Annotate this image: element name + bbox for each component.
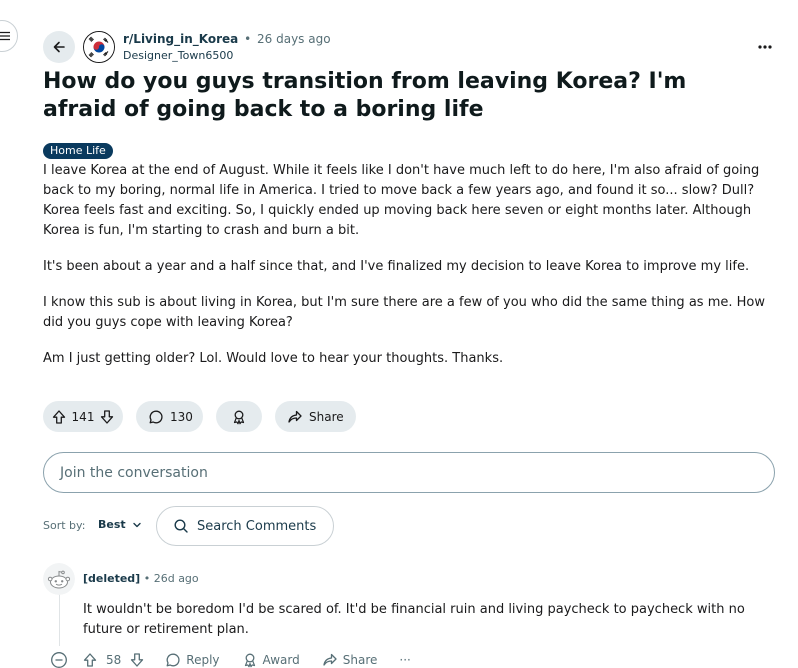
sort-value: Best: [98, 518, 126, 531]
share-arrow-icon: [287, 409, 303, 425]
collapse-thread-button[interactable]: [50, 651, 68, 668]
meta-separator: •: [143, 572, 151, 585]
share-button[interactable]: Share: [275, 401, 356, 432]
comment-body: It wouldn't be boredom I'd be scared of.…: [83, 602, 745, 637]
post-header: r/Living_in_Korea • 26 days ago Designer…: [43, 29, 783, 65]
arrow-left-icon: [51, 39, 67, 55]
sort-dropdown[interactable]: Best: [98, 518, 142, 531]
award-icon: [244, 653, 255, 668]
more-horizontal-icon: [757, 44, 773, 50]
comment-bubble-icon: [166, 653, 180, 667]
post-body: I leave Korea at the end of August. Whil…: [43, 161, 781, 385]
post-time: 26 days ago: [257, 32, 331, 46]
upvote-button[interactable]: [51, 409, 67, 425]
comment-share-button[interactable]: Share: [322, 652, 378, 668]
award-label: Award: [262, 653, 300, 667]
comment-score: 58: [106, 653, 122, 667]
post-more-options-button[interactable]: [755, 37, 775, 57]
comment-count: 130: [170, 409, 193, 424]
post-action-bar: 141 130 Share: [43, 401, 356, 432]
comment-sort-bar: Sort by: Best Search Comments: [43, 506, 443, 546]
chevron-down-icon: [132, 520, 142, 530]
comment-share-label: Share: [342, 653, 378, 667]
comment-award-button[interactable]: Award: [242, 652, 300, 668]
join-conversation-input[interactable]: Join the conversation: [43, 452, 775, 493]
meta-separator: •: [244, 32, 252, 46]
reply-label: Reply: [186, 653, 220, 667]
comment-more-options-button[interactable]: ···: [399, 653, 410, 667]
snoo-avatar-icon: [43, 563, 75, 595]
share-arrow-icon: [323, 653, 337, 666]
post-flair[interactable]: Home Life: [43, 143, 113, 159]
search-comments-placeholder: Search Comments: [197, 518, 317, 534]
join-conversation-placeholder: Join the conversation: [60, 464, 208, 481]
subreddit-name-link[interactable]: r/Living_in_Korea: [123, 32, 238, 46]
downvote-button[interactable]: [99, 409, 115, 425]
post-paragraph: I know this sub is about living in Korea…: [43, 295, 765, 330]
sort-label: Sort by:: [43, 519, 86, 532]
award-icon: [231, 409, 247, 425]
search-comments-button[interactable]: Search Comments: [156, 506, 334, 546]
avatar: [43, 563, 75, 595]
arrow-down-icon: [131, 653, 144, 667]
reply-button[interactable]: Reply: [165, 652, 220, 668]
search-icon: [173, 518, 189, 534]
minus-circle-icon: [51, 652, 67, 668]
arrow-up-icon: [52, 409, 66, 424]
post-paragraph: I leave Korea at the end of August. Whil…: [43, 163, 760, 238]
arrow-up-icon: [83, 653, 97, 667]
thread-line[interactable]: [59, 592, 60, 646]
sidebar-toggle-button[interactable]: [0, 20, 18, 52]
comment-downvote-button[interactable]: [129, 652, 145, 668]
comment-action-bar: 58 Reply Award Share ···: [50, 650, 411, 668]
post-score: 141: [71, 409, 95, 424]
back-button[interactable]: [43, 31, 75, 63]
korean-flag-icon: [84, 32, 114, 62]
comment-meta: [deleted] • 26d ago: [83, 572, 199, 585]
comment-upvote-button[interactable]: [82, 652, 98, 668]
post-paragraph: Am I just getting older? Lol. Would love…: [43, 351, 504, 366]
comment-vote-control: 58: [82, 652, 145, 668]
share-label: Share: [309, 409, 344, 424]
post-paragraph: It's been about a year and a half since …: [43, 259, 750, 274]
comments-button[interactable]: 130: [136, 401, 203, 432]
award-button[interactable]: [216, 401, 262, 432]
vote-control: 141: [43, 401, 123, 432]
subreddit-avatar[interactable]: [83, 31, 115, 63]
comment-bubble-icon: [148, 409, 164, 425]
post-author-link[interactable]: Designer_Town6500: [123, 49, 233, 62]
comment-time: 26d ago: [153, 572, 199, 585]
post-title: How do you guys transition from leaving …: [43, 69, 687, 122]
hamburger-icon: [0, 30, 11, 42]
comment-author: [deleted]: [83, 572, 141, 585]
arrow-down-icon: [100, 409, 114, 424]
